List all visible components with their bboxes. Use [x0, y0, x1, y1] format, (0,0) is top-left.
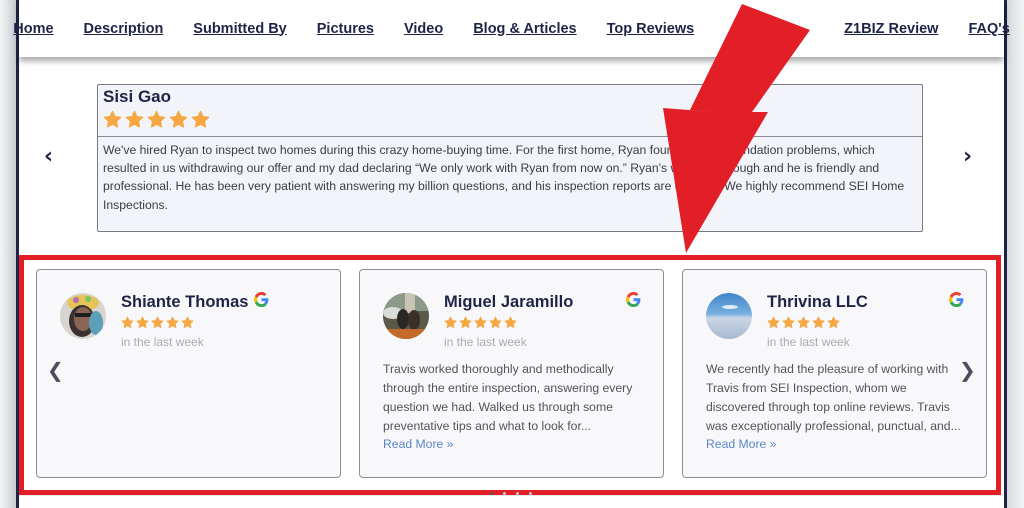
review-card: Shiante Thomas in the last week: [36, 269, 341, 478]
nav-link-description[interactable]: Description: [69, 21, 179, 37]
reviewer-name: Sisi Gao: [103, 87, 172, 106]
avatar: [706, 293, 752, 339]
carousel-dot[interactable]: [529, 492, 532, 495]
review-time: in the last week: [767, 335, 850, 349]
review-text: We recently had the pleasure of working …: [706, 362, 961, 433]
carousel-dot[interactable]: [490, 492, 493, 495]
featured-prev-arrow[interactable]: ‹: [44, 145, 53, 169]
star-icon: [444, 316, 457, 328]
google-icon: [626, 292, 641, 307]
star-icon: [166, 316, 179, 328]
nav-link-top-reviews[interactable]: Top Reviews: [592, 21, 710, 37]
nav-link-pictures[interactable]: Pictures: [302, 21, 389, 37]
star-rating: [103, 110, 917, 129]
read-more-link[interactable]: Read More »: [383, 437, 453, 451]
star-icon: [812, 316, 825, 328]
review-text: Travis worked thoroughly and methodicall…: [383, 362, 633, 433]
star-icon: [827, 316, 840, 328]
star-rating: [444, 316, 517, 329]
star-icon: [797, 316, 810, 328]
star-icon: [504, 316, 517, 328]
star-icon: [191, 110, 210, 128]
carousel-dot[interactable]: [516, 492, 519, 495]
star-icon: [459, 316, 472, 328]
review-card: Thrivina LLC in the last week We recentl…: [682, 269, 987, 478]
star-rating: [767, 316, 840, 329]
google-icon: [949, 292, 964, 307]
reviewer-name: Thrivina LLC: [767, 293, 868, 311]
chevron-right-icon: ›: [963, 144, 973, 169]
chevron-left-icon: ❮: [47, 358, 64, 382]
nav-link-z1biz-review[interactable]: Z1BIZ Review: [829, 21, 953, 37]
star-icon: [474, 316, 487, 328]
nav-link-faqs[interactable]: FAQ's: [953, 21, 1024, 37]
nav-link-submitted-by[interactable]: Submitted By: [178, 21, 301, 37]
star-icon: [169, 110, 188, 128]
nav-link-home[interactable]: Home: [0, 21, 69, 37]
nav-link-blog-articles[interactable]: Blog & Articles: [458, 21, 591, 37]
google-g-icon: [254, 292, 269, 307]
google-g-icon: [949, 292, 964, 307]
star-icon: [103, 110, 122, 128]
star-icon: [121, 316, 134, 328]
featured-review: Sisi Gao We've hired Ryan to inspect two…: [97, 84, 923, 232]
reviewer-name: Shiante Thomas: [121, 293, 249, 311]
google-icon: [254, 292, 269, 307]
nav-link-video[interactable]: Video: [389, 21, 458, 37]
review-text: We've hired Ryan to inspect two homes du…: [103, 143, 905, 212]
review-time: in the last week: [444, 335, 527, 349]
star-icon: [782, 316, 795, 328]
star-rating: [121, 316, 194, 329]
left-gutter: [0, 0, 16, 508]
star-icon: [181, 316, 194, 328]
right-gutter: [1007, 0, 1024, 508]
star-icon: [489, 316, 502, 328]
star-icon: [125, 110, 144, 128]
carousel-dots: [490, 492, 532, 495]
review-card: Miguel Jaramillo in the last week Travis…: [359, 269, 664, 478]
star-icon: [767, 316, 780, 328]
reviewer-name: Miguel Jaramillo: [444, 293, 574, 311]
featured-review-header: Sisi Gao: [98, 85, 922, 137]
top-navigation: Home Description Submitted By Pictures V…: [13, 0, 1010, 57]
star-icon: [136, 316, 149, 328]
featured-next-arrow[interactable]: ›: [963, 145, 972, 169]
star-icon: [151, 316, 164, 328]
google-g-icon: [626, 292, 641, 307]
chevron-right-icon: ❯: [959, 358, 976, 382]
review-time: in the last week: [121, 335, 204, 349]
star-icon: [147, 110, 166, 128]
reviews-next-arrow[interactable]: ❯: [959, 360, 976, 380]
avatar: [383, 293, 429, 339]
divider: [19, 495, 1001, 496]
reviews-prev-arrow[interactable]: ❮: [47, 360, 64, 380]
chevron-left-icon: ‹: [44, 144, 54, 169]
carousel-dot[interactable]: [503, 492, 506, 495]
read-more-link[interactable]: Read More »: [706, 437, 776, 451]
avatar: [60, 293, 106, 339]
